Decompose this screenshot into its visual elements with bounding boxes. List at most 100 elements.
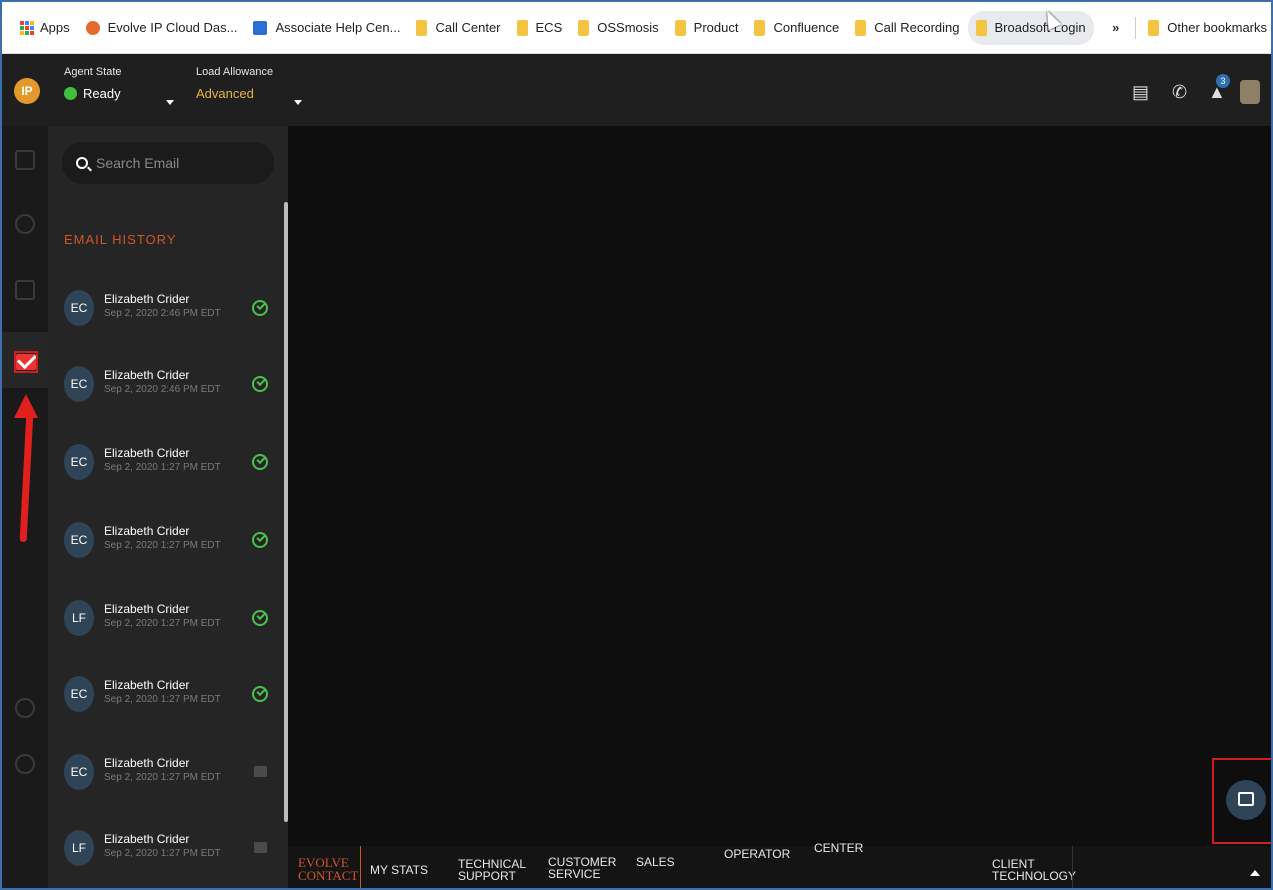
bookmark-other[interactable]: Other bookmarks <box>1140 11 1271 45</box>
unread-mail-icon <box>254 842 267 853</box>
email-sender-name: Elizabeth Crider <box>104 832 190 846</box>
bookmark-label: OSSmosis <box>597 20 659 35</box>
annotation-highlight-box <box>14 351 38 373</box>
bookmark-label: Other bookmarks <box>1167 20 1267 35</box>
nav-my-stats[interactable]: MY STATS <box>370 864 428 876</box>
help-icon[interactable] <box>15 754 35 774</box>
search-icon <box>76 157 88 169</box>
email-timestamp: Sep 2, 2020 1:27 PM EDT <box>104 772 221 783</box>
stats-icon[interactable] <box>15 150 35 170</box>
compose-email-icon <box>1238 792 1254 806</box>
evolve-contact-brand: EVOLVE CONTACT <box>298 856 358 882</box>
contacts-icon[interactable]: ▤ <box>1132 82 1149 103</box>
nav-sales[interactable]: SALES <box>636 856 675 868</box>
main-content-area <box>288 126 1271 846</box>
completed-check-icon <box>252 454 268 470</box>
help-center-icon <box>253 20 268 35</box>
bookmark-ecs[interactable]: ECS <box>509 11 571 45</box>
user-avatar[interactable] <box>1240 80 1260 104</box>
evolve-logo-icon <box>85 20 100 35</box>
avatar: EC <box>64 676 94 712</box>
bookmark-product[interactable]: Product <box>667 11 747 45</box>
bookmark-apps[interactable]: Apps <box>12 11 78 45</box>
nav-operator[interactable]: OPERATOR <box>724 848 790 860</box>
email-list-panel: EMAIL HISTORY EC Elizabeth Crider Sep 2,… <box>48 126 288 888</box>
folder-icon <box>855 19 867 36</box>
bookmark-label: Confluence <box>773 20 840 35</box>
bookmark-call-center[interactable]: Call Center <box>408 11 508 45</box>
search-email-box <box>62 142 274 184</box>
email-timestamp: Sep 2, 2020 1:27 PM EDT <box>104 848 221 859</box>
agent-state-selector[interactable]: Agent State Ready <box>64 66 122 101</box>
nav-client-technology[interactable]: CLIENT TECHNOLOGY <box>992 858 1076 882</box>
email-sender-name: Elizabeth Crider <box>104 368 190 382</box>
avatar: EC <box>64 444 94 480</box>
completed-check-icon <box>252 532 268 548</box>
email-history-item[interactable]: EC Elizabeth Crider Sep 2, 2020 2:46 PM … <box>62 348 282 424</box>
email-sender-name: Elizabeth Crider <box>104 678 190 692</box>
completed-check-icon <box>252 376 268 392</box>
load-allowance-selector[interactable]: Load Allowance Advanced <box>196 66 273 101</box>
more-bookmarks-button[interactable]: » <box>1100 20 1131 35</box>
apps-grid-icon <box>20 20 34 35</box>
chevron-up-icon[interactable] <box>1250 870 1260 876</box>
evolve-ip-logo: IP <box>14 78 40 104</box>
chat-icon[interactable] <box>15 280 35 300</box>
email-history-item[interactable]: EC Elizabeth Crider Sep 2, 2020 1:27 PM … <box>62 504 282 580</box>
nav-center[interactable]: CENTER <box>814 842 863 854</box>
folder-icon <box>674 19 686 36</box>
email-sender-name: Elizabeth Crider <box>104 756 190 770</box>
bookmark-label: Product <box>693 20 739 35</box>
email-sender-name: Elizabeth Crider <box>104 602 190 616</box>
folder-icon <box>1148 19 1160 36</box>
bookmark-confluence[interactable]: Confluence <box>746 11 847 45</box>
phone-icon[interactable]: ✆ <box>1172 82 1187 103</box>
phone-icon[interactable] <box>15 214 35 234</box>
load-allowance-chevron-down-icon[interactable] <box>294 100 302 105</box>
bookmark-evolve-ip-cloud[interactable]: Evolve IP Cloud Das... <box>78 11 246 45</box>
email-timestamp: Sep 2, 2020 1:27 PM EDT <box>104 540 221 551</box>
bookmark-associate-help-center[interactable]: Associate Help Cen... <box>245 11 408 45</box>
email-timestamp: Sep 2, 2020 1:27 PM EDT <box>104 462 221 473</box>
nav-customer-service[interactable]: CUSTOMER SERVICE <box>548 856 616 880</box>
folder-icon <box>975 19 987 36</box>
bottom-nav-bar: EVOLVE CONTACT MY STATS TECHNICAL SUPPOR… <box>288 842 1271 888</box>
completed-check-icon <box>252 300 268 316</box>
search-email-input[interactable] <box>96 155 246 171</box>
bookmark-broadsoft-login[interactable]: Broadsoft Login <box>967 10 1094 45</box>
nav-label-line: SERVICE <box>548 867 601 881</box>
bookmark-ossmosis[interactable]: OSSmosis <box>570 11 666 45</box>
divider <box>360 846 361 888</box>
email-history-item[interactable]: EC Elizabeth Crider Sep 2, 2020 1:27 PM … <box>62 658 282 734</box>
load-allowance-value: Advanced <box>196 86 254 101</box>
bookmark-label: Evolve IP Cloud Das... <box>107 20 238 35</box>
email-history-item[interactable]: EC Elizabeth Crider Sep 2, 2020 2:46 PM … <box>62 272 282 348</box>
bookmark-label: Broadsoft Login <box>994 20 1086 35</box>
avatar: EC <box>64 366 94 402</box>
notification-count-badge: 3 <box>1216 74 1230 88</box>
compose-email-button[interactable] <box>1226 780 1266 820</box>
avatar: LF <box>64 600 94 636</box>
email-timestamp: Sep 2, 2020 1:27 PM EDT <box>104 618 221 629</box>
unread-mail-icon <box>254 766 267 777</box>
completed-check-icon <box>252 610 268 626</box>
bookmark-label: Call Center <box>435 20 501 35</box>
email-history-item[interactable]: EC Elizabeth Crider Sep 2, 2020 1:27 PM … <box>62 736 282 812</box>
agent-state-chevron-down-icon[interactable] <box>166 100 174 105</box>
email-history-item[interactable]: LF Elizabeth Crider Sep 2, 2020 1:27 PM … <box>62 582 282 658</box>
email-history-item[interactable]: EC Elizabeth Crider Sep 2, 2020 1:27 PM … <box>62 426 282 502</box>
avatar: LF <box>64 830 94 866</box>
divider <box>1135 16 1137 39</box>
nav-technical-support[interactable]: TECHNICAL SUPPORT <box>458 858 526 882</box>
email-timestamp: Sep 2, 2020 2:46 PM EDT <box>104 308 221 319</box>
bookmark-label: Associate Help Cen... <box>275 20 401 35</box>
email-sender-name: Elizabeth Crider <box>104 524 190 538</box>
bookmark-call-recording[interactable]: Call Recording <box>847 11 967 45</box>
completed-check-icon <box>252 686 268 702</box>
nav-label-line: TECHNOLOGY <box>992 869 1077 883</box>
email-history-item[interactable]: LF Elizabeth Crider Sep 2, 2020 1:27 PM … <box>62 812 282 888</box>
folder-icon <box>516 19 528 36</box>
settings-gear-icon[interactable] <box>15 698 35 718</box>
folder-icon <box>578 19 590 36</box>
bookmark-label: ECS <box>535 20 563 35</box>
